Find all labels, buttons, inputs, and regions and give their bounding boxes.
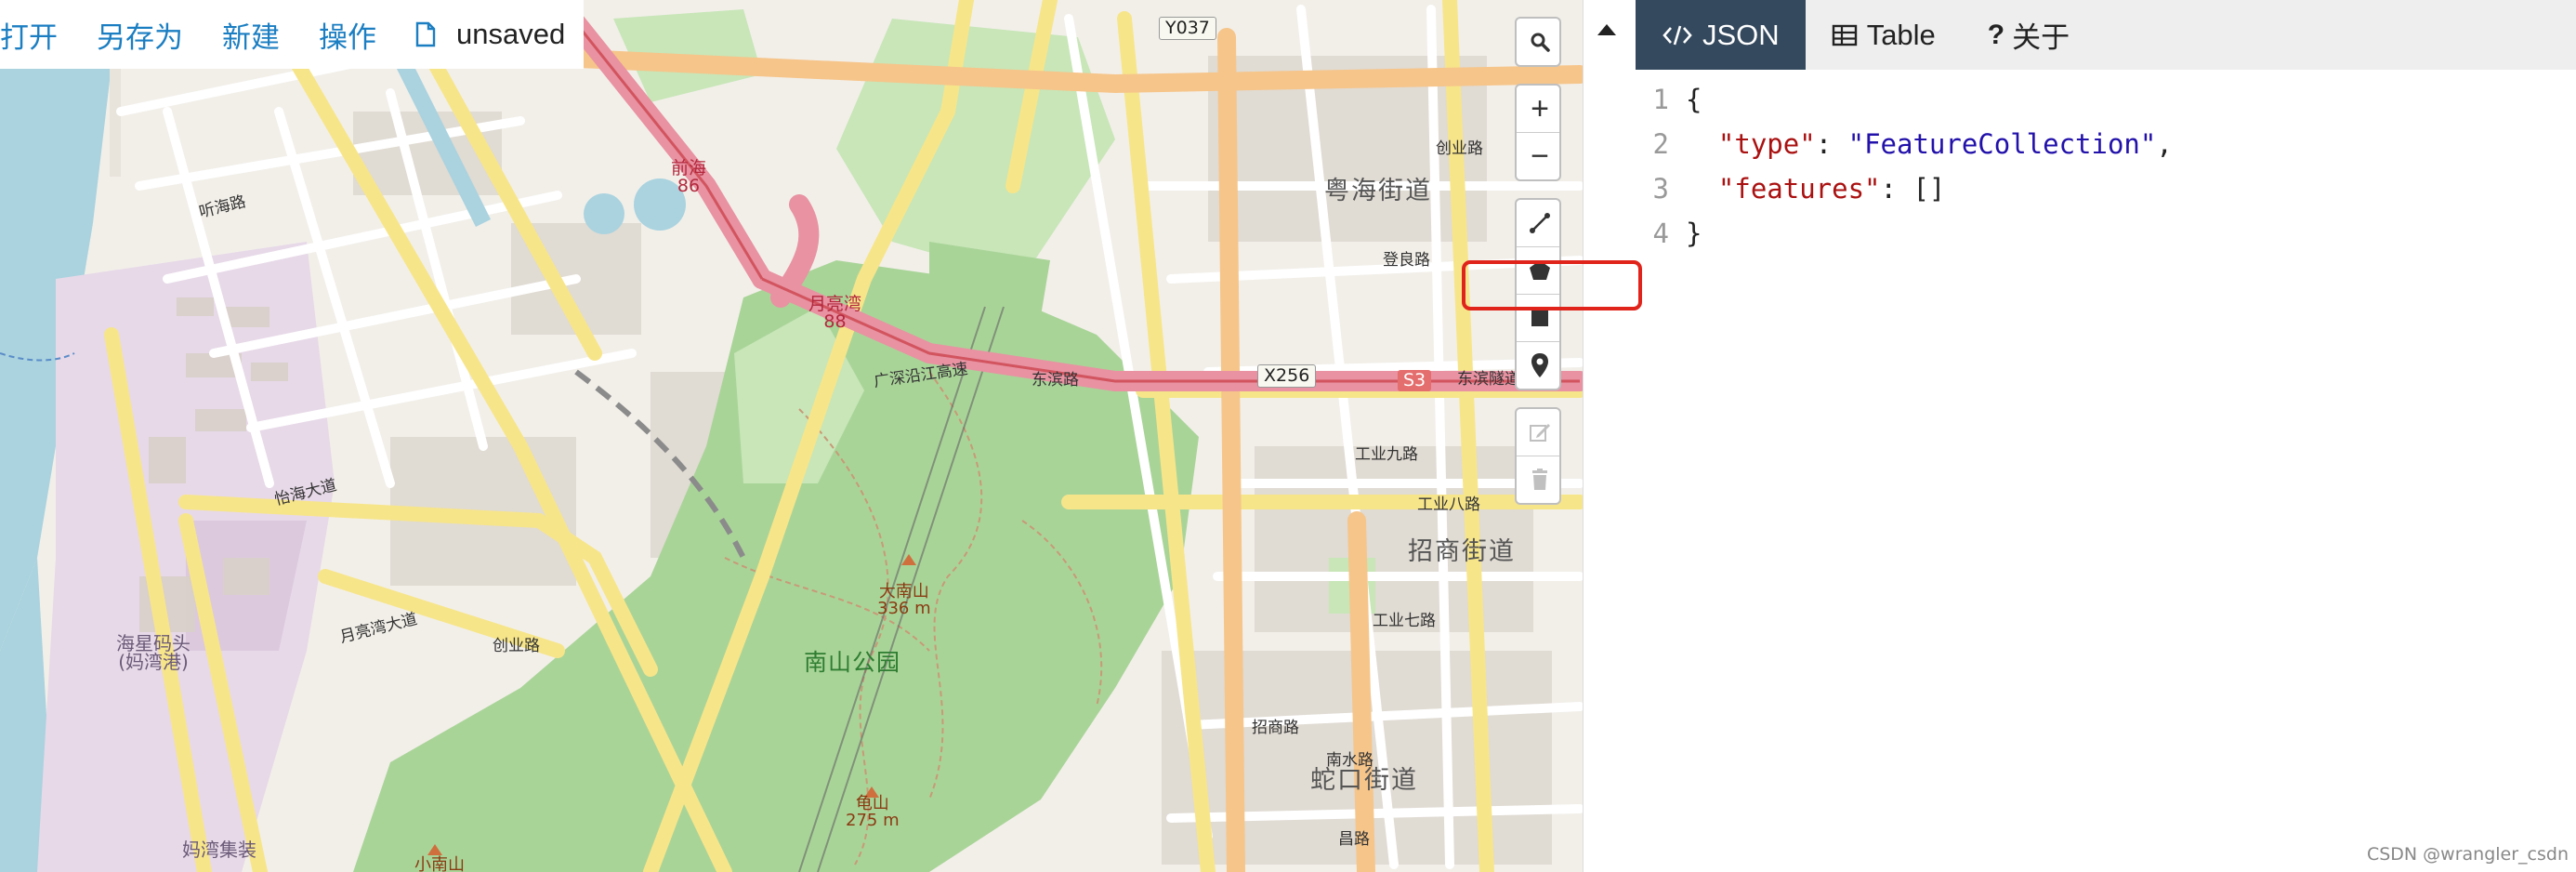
draw-marker-icon bbox=[1531, 353, 1548, 377]
zoom-out-button[interactable]: − bbox=[1517, 133, 1559, 179]
map-label-district: 蛇口街道 bbox=[1310, 766, 1418, 795]
edit-layers-icon bbox=[1530, 424, 1550, 442]
draw-line-button[interactable] bbox=[1517, 200, 1559, 247]
json-separator: : bbox=[1880, 173, 1913, 205]
map-label-road-shield: Y037 bbox=[1159, 17, 1216, 40]
map-label-road: 工业七路 bbox=[1373, 612, 1436, 630]
zoom-in-icon: + bbox=[1531, 90, 1549, 126]
line-number: 4 bbox=[1652, 218, 1669, 249]
map-label-road: 工业八路 bbox=[1417, 495, 1480, 514]
draw-toolbar: + − bbox=[1515, 17, 1561, 522]
line-number: 1 bbox=[1652, 84, 1669, 115]
motorway-code: 86 bbox=[677, 176, 701, 196]
menu-open[interactable]: 打开 bbox=[0, 14, 58, 56]
json-separator: : bbox=[1815, 128, 1848, 160]
map-basemap bbox=[0, 0, 1583, 872]
map-label-motorway: 月亮湾 88 bbox=[808, 296, 861, 331]
file-icon bbox=[415, 21, 436, 47]
menu-save-as[interactable]: 另存为 bbox=[97, 14, 183, 56]
code-text: "type": "FeatureCollection", bbox=[1676, 128, 2173, 160]
map-label-road: 东滨隧道 bbox=[1457, 370, 1520, 389]
line-number: 2 bbox=[1652, 128, 1669, 160]
map-canvas[interactable]: 粤海街道 招商街道 蛇口街道 南山公园 大南山 336 m 龟山 275 m 海… bbox=[0, 0, 1583, 872]
menu-new[interactable]: 新建 bbox=[222, 14, 280, 56]
json-comma: , bbox=[2156, 128, 2173, 160]
zoom-control: + − bbox=[1515, 84, 1561, 181]
map-label-road: 创业路 bbox=[493, 637, 540, 655]
edit-layers-button[interactable] bbox=[1517, 409, 1559, 456]
code-line: 1 { bbox=[1636, 77, 1702, 122]
code-line: 3 "features": [] bbox=[1636, 166, 1946, 211]
table-icon bbox=[1832, 24, 1858, 46]
port-alt-name: (妈湾港) bbox=[118, 651, 189, 673]
map-label-district: 粤海街道 bbox=[1324, 177, 1432, 205]
zoom-out-icon: − bbox=[1531, 138, 1549, 174]
code-text: } bbox=[1686, 218, 1702, 249]
tab-table[interactable]: Table bbox=[1806, 0, 1962, 70]
map-label-motorway: 前海 86 bbox=[671, 160, 706, 195]
panel-tabs: JSON Table ? 关于 bbox=[1636, 0, 2576, 70]
delete-layers-icon bbox=[1532, 469, 1547, 490]
code-line: 4 } bbox=[1636, 211, 1702, 256]
file-name: unsaved bbox=[456, 18, 566, 50]
map-label-peak: 大南山 336 m bbox=[877, 584, 931, 617]
map-label-port: 妈湾集装 bbox=[182, 839, 256, 861]
draw-rectangle-icon bbox=[1531, 310, 1548, 326]
edit-control bbox=[1515, 407, 1561, 505]
draw-marker-button[interactable] bbox=[1517, 342, 1559, 389]
peak-elevation: 336 m bbox=[877, 599, 931, 618]
map-label-road: 昌路 bbox=[1338, 830, 1370, 849]
top-menu-bar: 打开 另存为 新建 操作 unsaved bbox=[0, 0, 584, 69]
map-label-road-shield: S3 bbox=[1398, 370, 1432, 391]
json-key: "features" bbox=[1717, 173, 1881, 205]
motorway-code: 88 bbox=[823, 311, 847, 332]
draw-polygon-button[interactable] bbox=[1517, 247, 1559, 295]
map-label-park: 南山公园 bbox=[804, 649, 901, 676]
tab-json[interactable]: JSON bbox=[1636, 0, 1806, 70]
zoom-in-button[interactable]: + bbox=[1517, 86, 1559, 133]
map-label-road: 南水路 bbox=[1326, 751, 1373, 770]
map-label-road: 创业路 bbox=[1436, 139, 1483, 158]
code-icon bbox=[1662, 24, 1693, 46]
map-label-district: 招商街道 bbox=[1408, 537, 1516, 566]
code-line: 2 "type": "FeatureCollection", bbox=[1636, 122, 2173, 166]
json-key: "type" bbox=[1717, 128, 1816, 160]
map-label-road: 东滨路 bbox=[1032, 371, 1079, 390]
collapse-panel-icon[interactable] bbox=[1597, 24, 1616, 35]
watermark: CSDN @wrangler_csdn bbox=[2366, 844, 2569, 865]
search-icon bbox=[1531, 33, 1550, 52]
draw-line-icon bbox=[1530, 213, 1550, 233]
menu-actions[interactable]: 操作 bbox=[319, 14, 376, 56]
map-label-road: 工业九路 bbox=[1355, 445, 1418, 464]
search-control bbox=[1515, 17, 1561, 67]
draw-control bbox=[1515, 198, 1561, 390]
json-array: [] bbox=[1912, 173, 1946, 205]
panel-splitter[interactable] bbox=[1583, 0, 1636, 872]
map-label-road-shield: X256 bbox=[1257, 364, 1317, 388]
tab-table-label: Table bbox=[1866, 18, 1936, 51]
code-text: { bbox=[1686, 84, 1702, 115]
file-status[interactable]: unsaved bbox=[415, 18, 565, 51]
code-text: "features": [] bbox=[1676, 173, 1945, 205]
map-label-hill: 小南山 bbox=[414, 855, 465, 872]
map-label-road: 登良路 bbox=[1383, 251, 1430, 270]
json-string: "FeatureCollection" bbox=[1847, 128, 2157, 160]
line-number: 3 bbox=[1652, 173, 1669, 205]
delete-layers-button[interactable] bbox=[1517, 456, 1559, 503]
tab-about-label: 关于 bbox=[2012, 21, 2070, 54]
side-panel: JSON Table ? 关于 1 { 2 "type": "FeatureCo… bbox=[1636, 0, 2576, 872]
peak-elevation: 275 m bbox=[846, 811, 900, 830]
search-button[interactable] bbox=[1517, 19, 1559, 65]
draw-polygon-icon bbox=[1530, 260, 1550, 280]
port-name: 海星码头 bbox=[116, 632, 191, 654]
tab-about[interactable]: ? 关于 bbox=[1962, 0, 2096, 70]
tab-json-label: JSON bbox=[1702, 18, 1780, 51]
map-label-peak: 龟山 275 m bbox=[846, 796, 900, 829]
json-editor[interactable]: 1 { 2 "type": "FeatureCollection", 3 "fe… bbox=[1636, 70, 2576, 872]
map-label-port: 海星码头 (妈湾港) bbox=[116, 634, 191, 671]
draw-rectangle-button[interactable] bbox=[1517, 295, 1559, 342]
map-label-road: 招商路 bbox=[1252, 719, 1299, 737]
question-icon: ? bbox=[1987, 19, 2005, 50]
